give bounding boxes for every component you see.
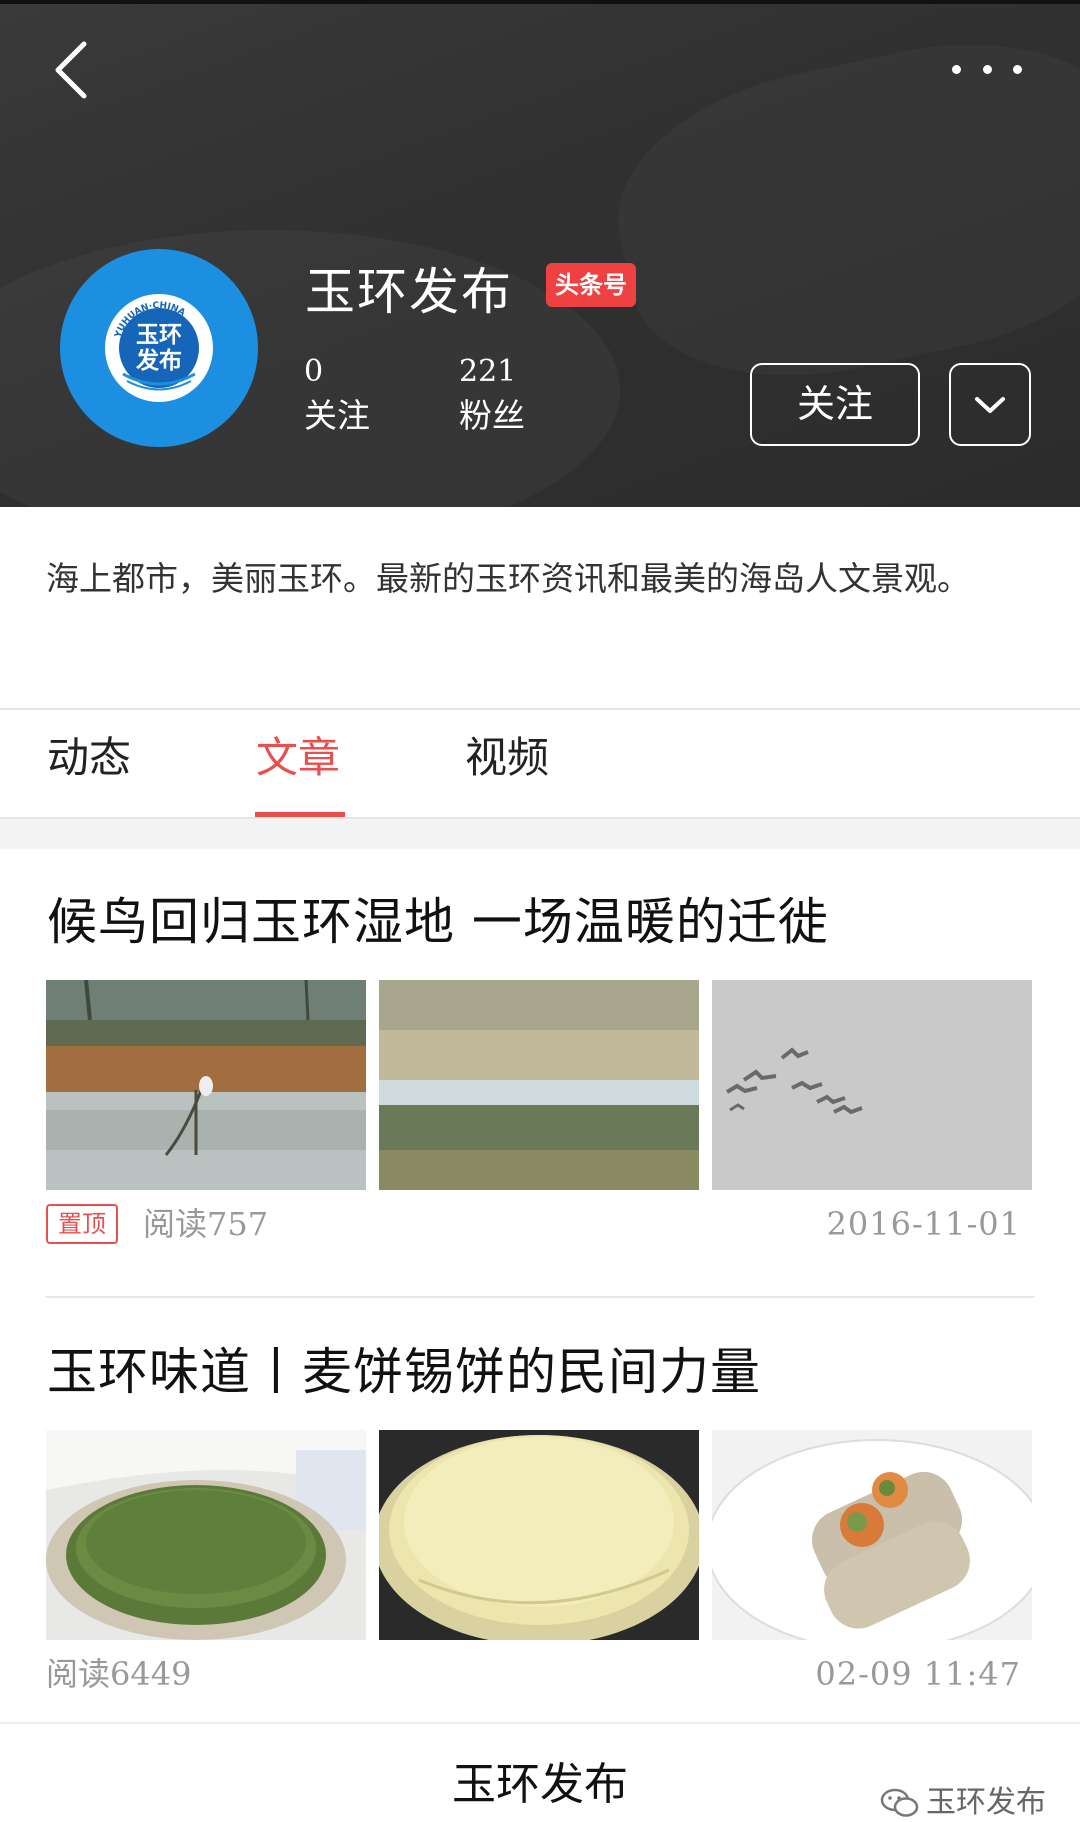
footer-divider [0, 1722, 1080, 1724]
watermark-text: 玉环发布 [926, 1785, 1046, 1820]
rolled-pancake-image [712, 1430, 1032, 1640]
chevron-down-icon [975, 396, 1005, 413]
thumbnail-image[interactable] [712, 1430, 1032, 1640]
section-gap [0, 819, 1080, 849]
article-divider [46, 1296, 1034, 1298]
wechat-icon [880, 1788, 919, 1817]
flatbread-image [379, 1430, 699, 1640]
tab-videos[interactable]: 视频 [465, 730, 549, 786]
more-button[interactable] [952, 54, 1022, 84]
fans-stat[interactable]: 221 粉丝 [459, 354, 525, 438]
more-dots-icon [1013, 64, 1022, 74]
watermark: 玉环发布 [880, 1784, 1046, 1822]
more-dots-icon [952, 64, 961, 74]
tab-dynamic[interactable]: 动态 [47, 730, 131, 786]
avatar-ring-icon: YUHUAN·CHINA [113, 301, 196, 391]
back-chevron-icon [55, 41, 87, 99]
wetland-egret-image [46, 980, 366, 1190]
thumbnail-image[interactable] [379, 1430, 699, 1640]
read-count: 阅读757 [143, 1205, 269, 1243]
toutiao-badge: 头条号 [546, 263, 636, 307]
profile-description: 海上都市，美丽玉环。最新的玉环资讯和最美的海岛人文景观。 [46, 559, 970, 598]
wetland-landscape-image [379, 980, 699, 1190]
follow-button[interactable]: 关注 [750, 363, 920, 446]
profile-header: YUHUAN·CHINA 玉环 发布 玉环发布 头条号 0 关注 221 粉丝 … [0, 0, 1080, 507]
avatar-logo: YUHUAN·CHINA 玉环 发布 [105, 294, 213, 402]
article-meta: 置顶 阅读757 2016-11-01 [46, 1200, 1021, 1248]
publish-date: 2016-11-01 [826, 1205, 1021, 1243]
following-label: 关注 [304, 396, 370, 435]
thumbnail-image[interactable] [46, 1430, 366, 1640]
fans-count: 221 [459, 354, 517, 389]
svg-text:YUHUAN·CHINA: YUHUAN·CHINA [113, 301, 187, 340]
following-count: 0 [304, 354, 324, 389]
thumbnail-image[interactable] [46, 980, 366, 1190]
fans-label: 粉丝 [459, 396, 525, 435]
divider [0, 708, 1080, 710]
thumbnail-image[interactable] [379, 980, 699, 1190]
tab-articles[interactable]: 文章 [256, 730, 340, 786]
avatar-ring-text: YUHUAN·CHINA [113, 301, 187, 340]
back-button[interactable] [48, 38, 98, 102]
status-bar-edge [0, 0, 1080, 4]
article-thumbnails[interactable] [46, 1430, 1034, 1640]
article-thumbnails[interactable] [46, 980, 1034, 1190]
green-pancakes-image [46, 1430, 366, 1640]
article-title[interactable]: 玉环味道丨麦饼锡饼的民间力量 [47, 1340, 761, 1404]
profile-name: 玉环发布 [305, 263, 513, 321]
flying-birds-image [712, 980, 1032, 1190]
avatar[interactable]: YUHUAN·CHINA 玉环 发布 [60, 249, 258, 447]
expand-button[interactable] [949, 363, 1031, 446]
article-meta: 阅读6449 02-09 11:47 [46, 1650, 1021, 1698]
article-title[interactable]: 候鸟回归玉环湿地 一场温暖的迁徙 [47, 890, 829, 954]
thumbnail-image[interactable] [712, 980, 1032, 1190]
read-count: 阅读6449 [46, 1655, 192, 1693]
pinned-badge: 置顶 [46, 1204, 118, 1244]
more-dots-icon [982, 64, 992, 74]
publish-date: 02-09 11:47 [815, 1655, 1021, 1693]
following-stat[interactable]: 0 关注 [304, 354, 370, 438]
